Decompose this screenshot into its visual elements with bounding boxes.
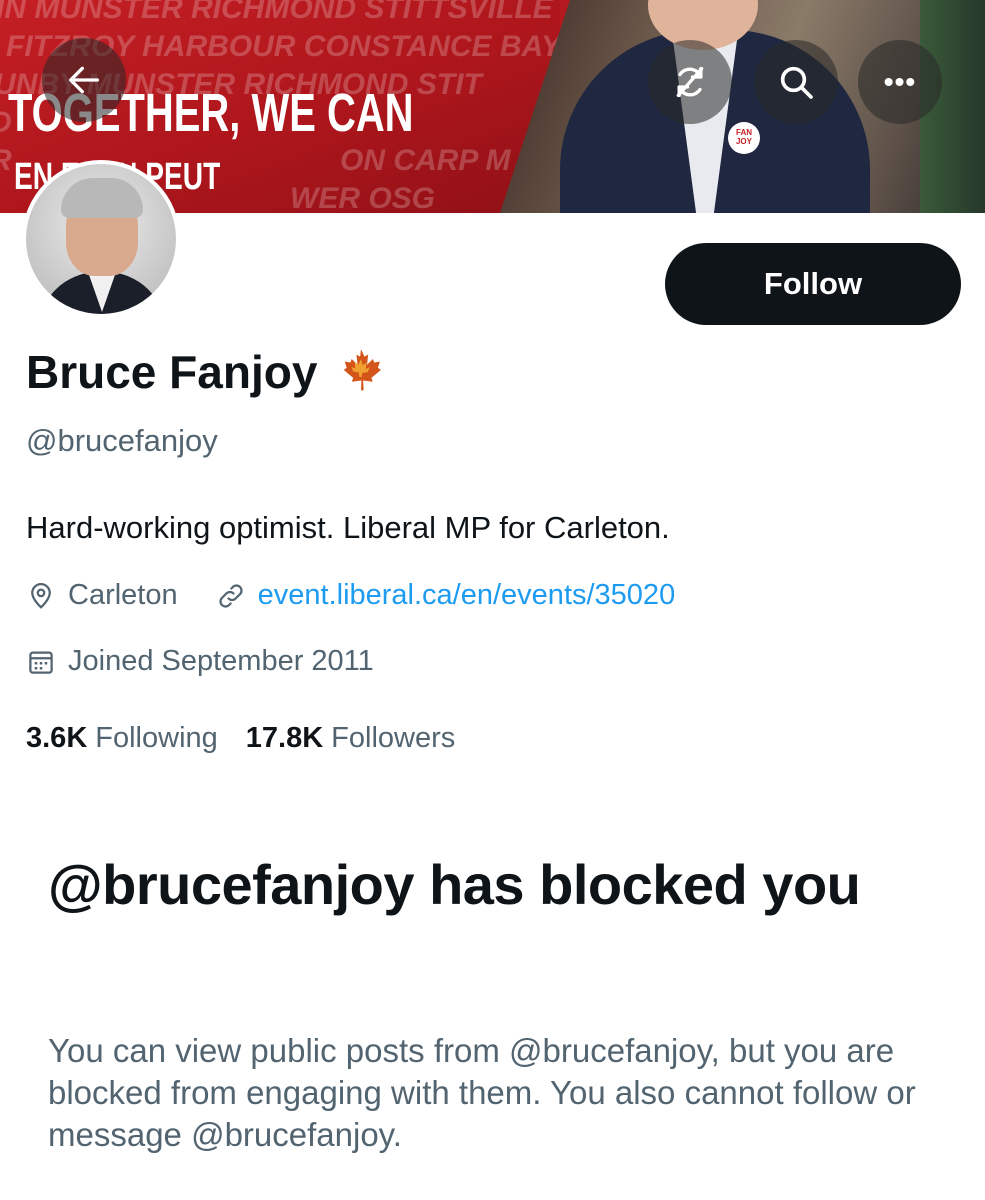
avatar[interactable]	[22, 160, 180, 318]
profile-name: Bruce Fanjoy	[26, 346, 318, 398]
refresh-button[interactable]	[648, 40, 732, 124]
profile-website-link[interactable]: event.liberal.ca/en/events/35020	[258, 579, 676, 612]
more-button[interactable]: •••	[858, 40, 942, 124]
maple-leaf-icon	[344, 349, 382, 391]
profile-name-row: Bruce Fanjoy	[26, 345, 387, 399]
avatar-photo	[26, 164, 176, 314]
avatar-hair	[61, 178, 143, 218]
profile-joined-row: Joined September 2011	[26, 645, 374, 678]
followers-stat[interactable]: 17.8K Followers	[246, 722, 455, 755]
followers-label: Followers	[331, 722, 456, 754]
more-horizontal-icon: •••	[883, 66, 917, 97]
blocked-title: @brucefanjoy has blocked you	[48, 853, 861, 916]
refresh-off-icon	[676, 67, 704, 98]
back-button[interactable]	[42, 38, 126, 122]
banner-bg-text: WER OSG	[290, 182, 436, 213]
blocked-message: You can view public posts from @brucefan…	[48, 1032, 916, 1153]
profile-meta: Carleton event.liberal.ca/en/events/3502…	[26, 579, 675, 612]
banner-bg-text: R	[0, 144, 12, 178]
profile-handle: @brucefanjoy	[26, 423, 218, 458]
profile-joined-date: Joined September 2011	[68, 645, 374, 677]
profile-stats: 3.6K Following 17.8K Followers	[26, 722, 483, 755]
calendar-icon	[29, 651, 53, 674]
banner-bg-text: ON CARP M	[340, 144, 511, 177]
search-icon	[780, 66, 813, 99]
following-stat[interactable]: 3.6K Following	[26, 722, 218, 755]
banner-bg-text: IN MUNSTER RICHMOND STITTSVILLE	[0, 0, 553, 25]
following-count: 3.6K	[26, 722, 88, 754]
following-label: Following	[95, 722, 218, 754]
follow-button[interactable]: Follow	[665, 243, 961, 325]
link-icon	[219, 583, 243, 608]
location-pin-icon	[31, 582, 51, 609]
arrow-left-icon	[69, 66, 100, 94]
campaign-pin: FAN JOY	[728, 122, 760, 154]
profile-location: Carleton	[68, 579, 178, 611]
profile-bio: Hard-working optimist. Liberal MP for Ca…	[26, 510, 670, 545]
search-button[interactable]	[754, 40, 838, 124]
followers-count: 17.8K	[245, 722, 324, 754]
